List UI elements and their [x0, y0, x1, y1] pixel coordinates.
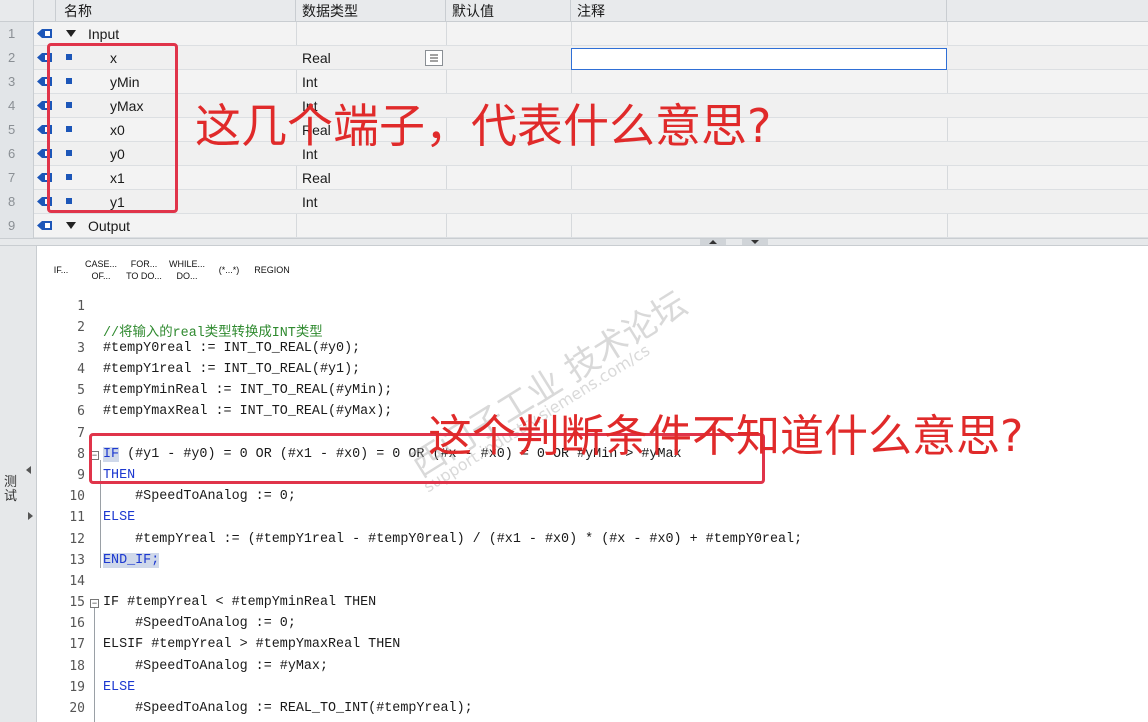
line-number: 8 — [77, 447, 85, 462]
if-label: IF... — [53, 265, 69, 275]
fold-guide-line — [94, 608, 95, 722]
section-pin-icon — [37, 221, 52, 230]
row-number: 4 — [0, 94, 34, 118]
variable-type[interactable]: Int — [302, 190, 318, 214]
annotation-pins-question: 这几个端子，代表什么意思? — [195, 99, 772, 153]
annotation-box-pins — [47, 43, 178, 213]
for-template-button[interactable]: FOR... TO DO... — [124, 252, 164, 288]
row-number-header — [0, 0, 34, 22]
row-number: 2 — [0, 46, 34, 70]
sidebar-arrow-left-icon[interactable] — [26, 466, 31, 474]
code-line: #tempYmaxReal := INT_TO_REAL(#yMax); — [103, 404, 393, 419]
splitter-bar[interactable] — [0, 238, 1148, 246]
line-number: 12 — [69, 532, 85, 547]
column-header-type[interactable]: 数据类型 — [296, 0, 446, 22]
line-number: 3 — [77, 341, 85, 356]
down-arrow-glyph — [751, 240, 759, 244]
header-filler — [947, 0, 1148, 22]
section-pin-icon — [37, 29, 52, 38]
code-line: #SpeedToAnalog := 0; — [103, 489, 296, 504]
line-number: 2 — [77, 320, 85, 335]
collapse-triangle-icon[interactable] — [66, 30, 76, 37]
code-line-if: IF #tempYreal < #tempYminReal THEN — [103, 595, 377, 610]
code-keyword-end-if: END_IF; — [103, 553, 160, 568]
line-number: 4 — [77, 362, 85, 377]
fold-collapse-icon[interactable]: − — [90, 599, 99, 608]
code-keyword-else: ELSE — [103, 510, 136, 525]
scl-code-editor[interactable]: 1 2 3 4 5 6 7 8 9 10 11 12 13 14 15 16 1… — [37, 292, 1148, 722]
icon-header — [34, 0, 56, 22]
line-number: 7 — [77, 426, 85, 441]
row-number: 1 — [0, 22, 34, 46]
collapse-down-icon[interactable] — [742, 239, 768, 245]
case-template-button[interactable]: CASE... OF... — [82, 252, 120, 288]
list-icon — [430, 54, 438, 62]
while-label-2: DO... — [176, 271, 198, 281]
line-number: 19 — [69, 680, 85, 695]
line-number: 14 — [69, 574, 85, 589]
column-header-comment[interactable]: 注释 — [571, 0, 947, 22]
region-template-button[interactable]: REGION — [250, 252, 294, 288]
code-line-elsif: ELSIF #tempYreal > #tempYmaxReal THEN — [103, 637, 401, 652]
code-line: #tempYreal := (#tempY1real - #tempY0real… — [103, 532, 803, 547]
instruction-toolbar: IF... CASE... OF... FOR... TO DO... WHILE.… — [37, 246, 1148, 292]
column-header-default[interactable]: 默认值 — [446, 0, 571, 22]
region-label: REGION — [254, 265, 290, 275]
code-keyword-else: ELSE — [103, 680, 136, 695]
comment-input[interactable] — [571, 48, 947, 70]
annotation-condition-question: 这个判断条件不知道什么意思? — [428, 411, 1024, 462]
collapse-triangle-icon[interactable] — [66, 222, 76, 229]
code-line: #SpeedToAnalog := REAL_TO_INT(#tempYreal… — [103, 701, 473, 716]
code-line: #tempY1real := INT_TO_REAL(#y1); — [103, 362, 361, 377]
code-line: #tempYminReal := INT_TO_REAL(#yMin); — [103, 383, 393, 398]
line-number: 15 — [69, 595, 85, 610]
line-number: 16 — [69, 616, 85, 631]
line-number: 20 — [69, 701, 85, 716]
case-label-2: OF... — [91, 271, 111, 281]
row-number: 6 — [0, 142, 34, 166]
type-dropdown-button[interactable] — [425, 50, 443, 66]
row-number: 8 — [0, 190, 34, 214]
line-number: 18 — [69, 659, 85, 674]
comment-label: (*...*) — [218, 265, 240, 275]
row-number: 3 — [0, 70, 34, 94]
section-name: Output — [88, 218, 131, 234]
line-number: 17 — [69, 637, 85, 652]
comment-template-button[interactable]: (*...*) — [210, 252, 248, 288]
line-number: 5 — [77, 383, 85, 398]
while-label-1: WHILE... — [168, 259, 205, 269]
row-number: 5 — [0, 118, 34, 142]
row-number: 9 — [0, 214, 34, 238]
line-number: 9 — [77, 468, 85, 483]
code-comment: //将输入的real类型转换成INT类型 — [103, 326, 323, 341]
line-number: 11 — [69, 510, 85, 525]
if-template-button[interactable]: IF... — [45, 252, 77, 288]
case-label-1: CASE... — [84, 259, 117, 269]
line-number: 13 — [69, 553, 85, 568]
row-number: 7 — [0, 166, 34, 190]
sidebar-arrow-right-icon[interactable] — [28, 512, 33, 520]
code-line: #SpeedToAnalog := 0; — [103, 616, 296, 631]
variable-type[interactable]: Real — [302, 46, 331, 70]
line-number: 1 — [77, 299, 85, 314]
up-arrow-glyph — [709, 240, 717, 244]
for-label-1: FOR... — [130, 259, 158, 269]
line-number: 6 — [77, 404, 85, 419]
sidebar-tab-label[interactable]: 测试 — [4, 475, 18, 503]
for-label-2: TO DO... — [126, 271, 162, 281]
code-line: #tempY0real := INT_TO_REAL(#y0); — [103, 341, 361, 356]
code-line: #SpeedToAnalog := #yMax; — [103, 659, 328, 674]
table-row-output-section[interactable]: 9 Output — [0, 214, 1148, 238]
column-header-name[interactable]: 名称 — [56, 0, 296, 22]
collapse-up-icon[interactable] — [700, 239, 726, 245]
line-number: 10 — [69, 489, 85, 504]
variable-type[interactable]: Real — [302, 166, 331, 190]
while-template-button[interactable]: WHILE... DO... — [167, 252, 207, 288]
